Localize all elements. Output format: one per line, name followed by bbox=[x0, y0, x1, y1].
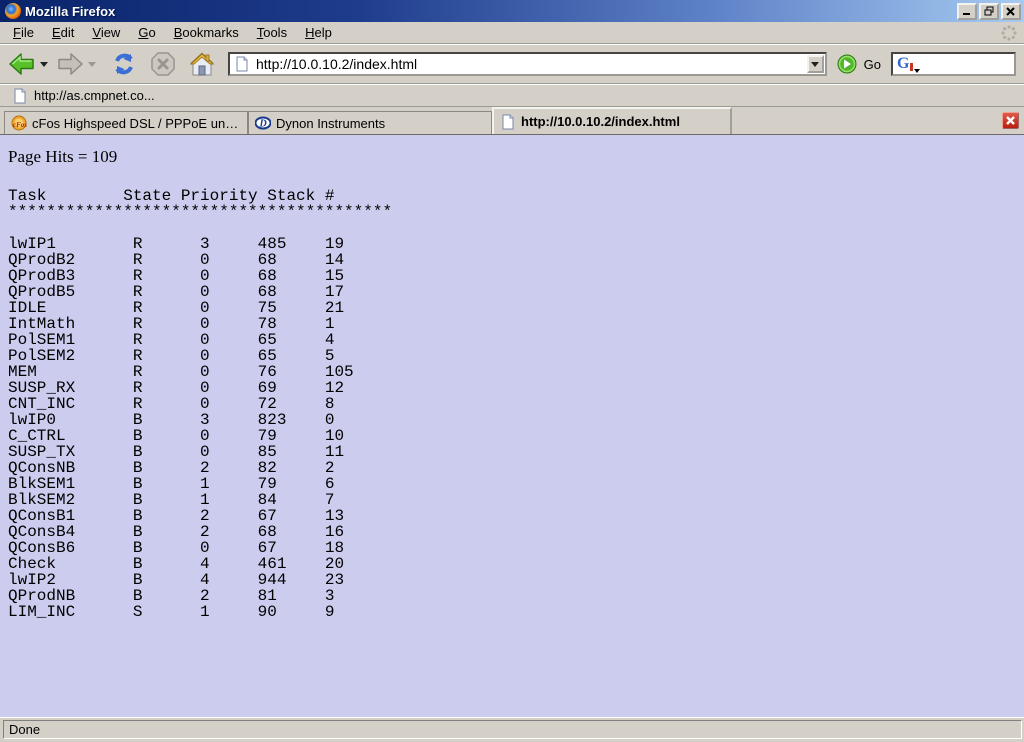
menu-file[interactable]: File bbox=[4, 22, 43, 43]
stop-icon bbox=[150, 51, 176, 77]
page-icon bbox=[500, 114, 516, 130]
url-dropdown-caret bbox=[811, 62, 819, 67]
close-tab-icon bbox=[1006, 116, 1015, 125]
tab-label: http://10.0.10.2/index.html bbox=[521, 114, 680, 129]
forward-icon bbox=[56, 52, 84, 76]
back-button[interactable] bbox=[6, 50, 38, 78]
stop-button[interactable] bbox=[148, 49, 178, 79]
restore-icon bbox=[984, 6, 994, 16]
google-engine-icon-mark bbox=[910, 63, 913, 71]
home-icon bbox=[188, 51, 216, 77]
bookmarks-toolbar: http://as.cmpnet.co... bbox=[0, 84, 1024, 107]
page-hits-text: Page Hits = 109 bbox=[8, 147, 1024, 167]
forward-button[interactable] bbox=[54, 50, 86, 78]
reload-icon bbox=[110, 51, 138, 77]
tabbar: cFos cFos Highspeed DSL / PPPoE und ISDN… bbox=[0, 107, 1024, 135]
go-label[interactable]: Go bbox=[864, 57, 881, 72]
close-tab-button[interactable] bbox=[1002, 112, 1019, 129]
statusbar: Done bbox=[0, 717, 1024, 742]
close-button[interactable] bbox=[1001, 3, 1021, 20]
throbber-icon bbox=[1000, 24, 1018, 42]
forward-dropdown-caret[interactable] bbox=[88, 62, 96, 67]
browser-window: Mozilla Firefox FileEditViewGoBookmarksT… bbox=[0, 0, 1024, 742]
tab-cfos[interactable]: cFos cFos Highspeed DSL / PPPoE und ISDN… bbox=[4, 111, 248, 134]
page-icon bbox=[234, 56, 250, 72]
window-title: Mozilla Firefox bbox=[25, 4, 115, 19]
bookmark-label: http://as.cmpnet.co... bbox=[34, 88, 155, 103]
google-engine-icon[interactable]: G bbox=[897, 56, 909, 72]
url-history-dropdown[interactable] bbox=[807, 55, 824, 73]
window-controls bbox=[957, 3, 1021, 20]
urlbar bbox=[228, 52, 827, 76]
status-text: Done bbox=[3, 720, 1022, 739]
search-engine-caret[interactable] bbox=[914, 69, 920, 73]
restore-button[interactable] bbox=[979, 3, 999, 20]
back-dropdown-caret[interactable] bbox=[40, 62, 48, 67]
menu-edit[interactable]: Edit bbox=[43, 22, 83, 43]
tab-dynon[interactable]: D Dynon Instruments bbox=[248, 111, 492, 134]
menu-tools[interactable]: Tools bbox=[248, 22, 296, 43]
tab-label: Dynon Instruments bbox=[276, 116, 385, 131]
page-content: Page Hits = 109 Task State Priority Stac… bbox=[0, 135, 1024, 717]
menu-bookmarks[interactable]: Bookmarks bbox=[165, 22, 248, 43]
tab-active-index[interactable]: http://10.0.10.2/index.html bbox=[492, 107, 732, 134]
go-icon bbox=[837, 54, 857, 74]
firefox-logo-icon bbox=[5, 3, 21, 19]
search-input[interactable] bbox=[920, 57, 990, 72]
tab-label: cFos Highspeed DSL / PPPoE und ISDN CAP.… bbox=[32, 116, 241, 131]
home-button[interactable] bbox=[186, 49, 218, 79]
back-icon bbox=[8, 52, 36, 76]
cfos-icon: cFos bbox=[11, 115, 27, 131]
menubar: FileEditViewGoBookmarksToolsHelp bbox=[0, 22, 1024, 44]
go-button[interactable] bbox=[835, 52, 859, 76]
reload-button[interactable] bbox=[108, 49, 140, 79]
task-table: Task State Priority Stack # ************… bbox=[8, 188, 1024, 620]
bookmark-item[interactable]: http://as.cmpnet.co... bbox=[8, 86, 159, 106]
url-input[interactable] bbox=[250, 56, 807, 72]
svg-text:cFos: cFos bbox=[13, 121, 27, 129]
menu-go[interactable]: Go bbox=[129, 22, 164, 43]
navigation-toolbar: Go G bbox=[0, 44, 1024, 84]
search-box: G bbox=[891, 52, 1016, 76]
menu-help[interactable]: Help bbox=[296, 22, 341, 43]
menu-view[interactable]: View bbox=[83, 22, 129, 43]
page-icon bbox=[12, 88, 28, 104]
titlebar: Mozilla Firefox bbox=[0, 0, 1024, 22]
close-icon bbox=[1006, 7, 1016, 16]
minimize-button[interactable] bbox=[957, 3, 977, 20]
dynon-icon: D bbox=[255, 115, 271, 131]
svg-text:D: D bbox=[259, 119, 267, 130]
minimize-icon bbox=[962, 7, 972, 16]
